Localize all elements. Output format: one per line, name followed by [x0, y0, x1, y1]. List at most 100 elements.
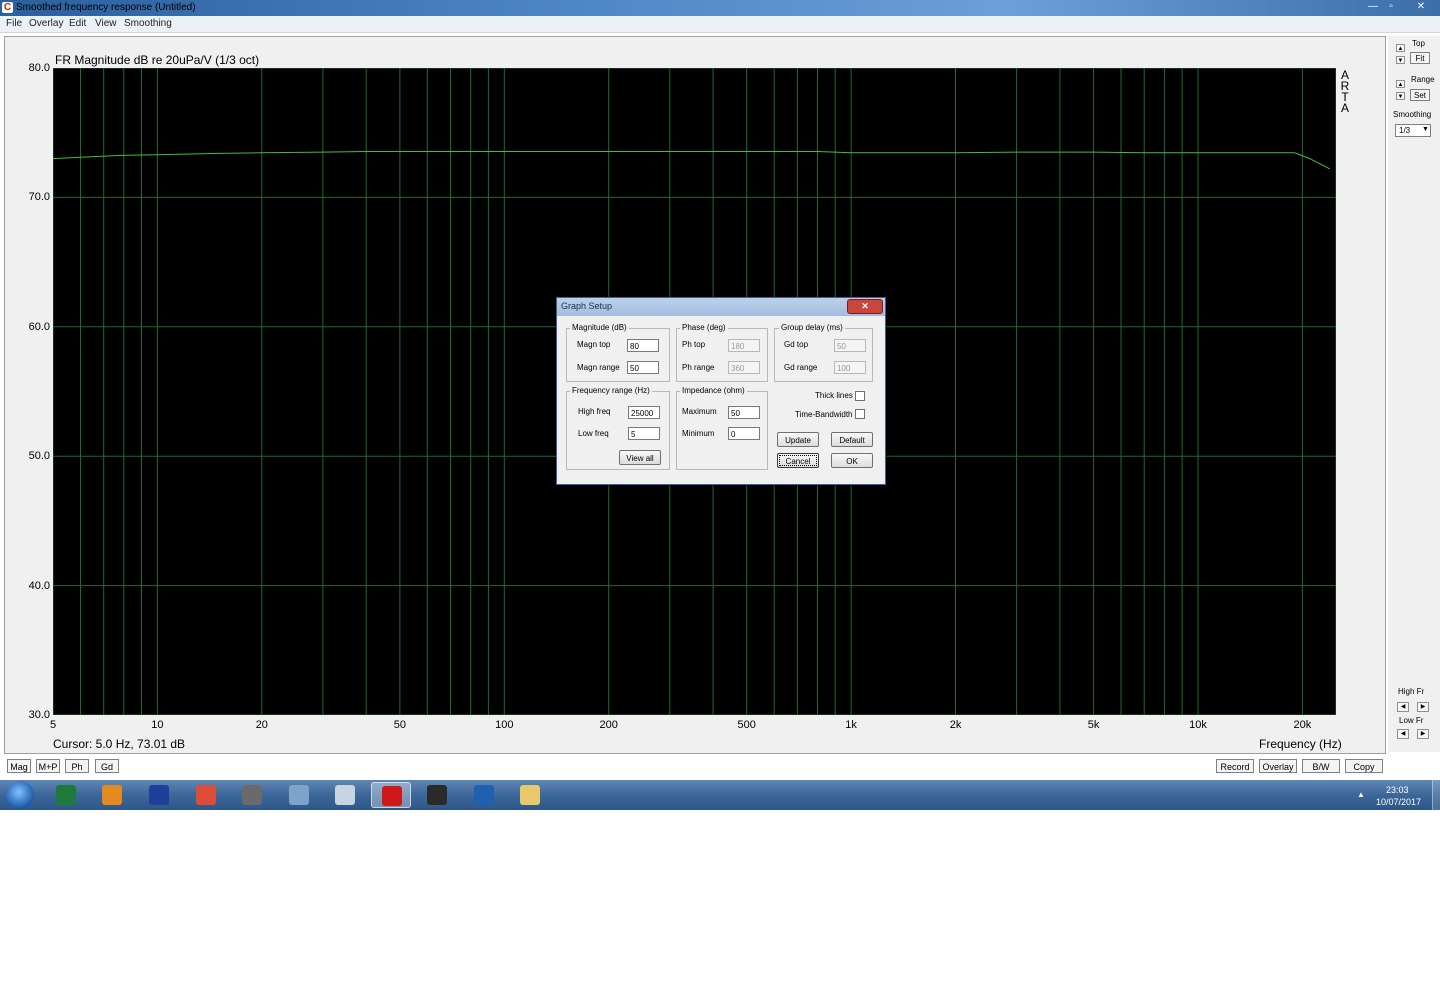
menu-edit[interactable]: Edit — [69, 17, 86, 31]
cancel-button[interactable]: Cancel — [777, 453, 819, 468]
menu-file[interactable]: File — [6, 17, 22, 31]
taskbar-app-button[interactable] — [92, 782, 132, 808]
impedance-max-input[interactable]: 50 — [728, 406, 760, 419]
ph-range-input[interactable]: 360 — [728, 361, 760, 374]
low-freq-input[interactable]: 5 — [628, 427, 660, 440]
file-explorer-icon — [520, 785, 540, 805]
measurement-app-icon — [474, 785, 494, 805]
gd-range-input[interactable]: 100 — [834, 361, 866, 374]
dialog-close-button[interactable]: ✕ — [847, 299, 883, 314]
tab-mag[interactable]: Mag — [7, 759, 31, 773]
time-bandwidth-checkbox[interactable] — [855, 409, 865, 419]
view-all-button[interactable]: View all — [619, 450, 661, 465]
copy-button[interactable]: Copy — [1345, 759, 1383, 773]
x-tick-label: 20 — [255, 719, 268, 731]
chart-title: FR Magnitude dB re 20uPa/V (1/3 oct) — [55, 53, 260, 67]
y-tick-label: 70.0 — [28, 191, 50, 203]
photo-app-icon — [242, 785, 262, 805]
taskbar-app-button[interactable] — [46, 782, 86, 808]
high-freq-input[interactable]: 25000 — [628, 406, 660, 419]
show-desktop-button[interactable] — [1432, 780, 1440, 810]
bw-button[interactable]: B/W — [1302, 759, 1340, 773]
ph-top-label: Ph top — [682, 340, 706, 349]
x-tick-label: 100 — [495, 719, 514, 731]
impedance-min-input[interactable]: 0 — [728, 427, 760, 440]
set-button[interactable]: Set — [1410, 89, 1430, 101]
magn-top-label: Magn top — [577, 340, 611, 349]
thick-lines-label: Thick lines — [815, 391, 853, 400]
gd-range-label: Gd range — [784, 363, 818, 372]
magnitude-group-label: Magnitude (dB) — [570, 323, 629, 332]
word-icon — [149, 785, 169, 805]
update-button[interactable]: Update — [777, 432, 819, 447]
low-fr-left-spin[interactable]: ◀ — [1397, 729, 1409, 739]
time-bandwidth-label: Time-Bandwidth — [795, 410, 853, 419]
window-title-bar[interactable] — [0, 0, 1440, 16]
taskbar-app-button[interactable] — [417, 782, 457, 808]
chrome-icon — [196, 785, 216, 805]
fit-button[interactable]: Fit — [1410, 52, 1430, 64]
smoothing-value: 1/3 — [1399, 126, 1411, 135]
taskbar-app-button[interactable] — [232, 782, 272, 808]
menu-smoothing[interactable]: Smoothing — [124, 17, 172, 31]
phase-group-label: Phase (deg) — [680, 323, 728, 332]
taskbar-app-button[interactable] — [279, 782, 319, 808]
range-down-spin[interactable]: ▼ — [1396, 92, 1405, 100]
record-button[interactable]: Record — [1216, 759, 1254, 773]
restore-button[interactable]: ▫ — [1380, 0, 1402, 14]
taskbar-app-button[interactable] — [371, 782, 411, 808]
window-title: Smoothed frequency response (Untitled) — [16, 2, 196, 13]
gd-top-label: Gd top — [784, 340, 809, 349]
clock-date[interactable]: 10/07/2017 — [1376, 797, 1421, 807]
frequency-range-group-label: Frequency range (Hz) — [570, 386, 652, 395]
tab-group-delay[interactable]: Gd — [95, 759, 119, 773]
y-tick-label: 40.0 — [28, 580, 50, 592]
high-fr-left-spin[interactable]: ◀ — [1397, 702, 1409, 712]
menu-bar — [0, 16, 1440, 33]
start-button[interactable] — [6, 781, 34, 809]
x-tick-label: 10 — [151, 719, 164, 731]
x-tick-label: 500 — [737, 719, 756, 731]
impedance-max-label: Maximum — [682, 407, 717, 416]
smoothing-select[interactable]: 1/3 ▼ — [1395, 124, 1431, 137]
taskbar-app-button[interactable] — [464, 782, 504, 808]
magn-top-input[interactable]: 80 — [627, 339, 659, 352]
high-fr-right-spin[interactable]: ▶ — [1417, 702, 1429, 712]
default-button[interactable]: Default — [831, 432, 873, 447]
clock-time[interactable]: 23:03 — [1386, 785, 1409, 795]
ph-range-label: Ph range — [682, 363, 715, 372]
overlay-button[interactable]: Overlay — [1259, 759, 1297, 773]
menu-view[interactable]: View — [95, 17, 117, 31]
low-freq-label: Low freq — [578, 429, 609, 438]
top-down-spin[interactable]: ▼ — [1396, 56, 1405, 64]
x-tick-label: 1k — [845, 719, 857, 731]
y-tick-label: 60.0 — [28, 321, 50, 333]
taskbar-app-button[interactable] — [186, 782, 226, 808]
arta-watermark: A R T A — [1340, 69, 1350, 115]
gd-top-input[interactable]: 50 — [834, 339, 866, 352]
taskbar-app-button[interactable] — [139, 782, 179, 808]
close-button[interactable]: ✕ — [1408, 0, 1434, 14]
range-up-spin[interactable]: ▲ — [1396, 80, 1405, 88]
tray-expand-icon[interactable]: ▲ — [1357, 790, 1365, 799]
tab-mag-phase[interactable]: M+P — [36, 759, 60, 773]
y-tick-label: 30.0 — [28, 709, 50, 721]
tab-phase[interactable]: Ph — [65, 759, 89, 773]
magn-range-input[interactable]: 50 — [627, 361, 659, 374]
arta-icon — [382, 786, 402, 806]
group-delay-group-label: Group delay (ms) — [779, 323, 845, 332]
dialog-title: Graph Setup — [561, 301, 613, 311]
top-up-spin[interactable]: ▲ — [1396, 44, 1405, 52]
taskbar-app-button[interactable] — [510, 782, 550, 808]
low-fr-right-spin[interactable]: ▶ — [1417, 729, 1429, 739]
ph-top-input[interactable]: 180 — [728, 339, 760, 352]
excel-icon — [56, 785, 76, 805]
taskbar-app-button[interactable] — [325, 782, 365, 808]
y-tick-label: 50.0 — [28, 450, 50, 462]
menu-overlay[interactable]: Overlay — [29, 17, 63, 31]
ok-button[interactable]: OK — [831, 453, 873, 468]
x-tick-label: 200 — [599, 719, 618, 731]
chevron-down-icon: ▼ — [1422, 126, 1429, 133]
thick-lines-checkbox[interactable] — [855, 391, 865, 401]
watermark-letter: A — [1340, 101, 1349, 115]
